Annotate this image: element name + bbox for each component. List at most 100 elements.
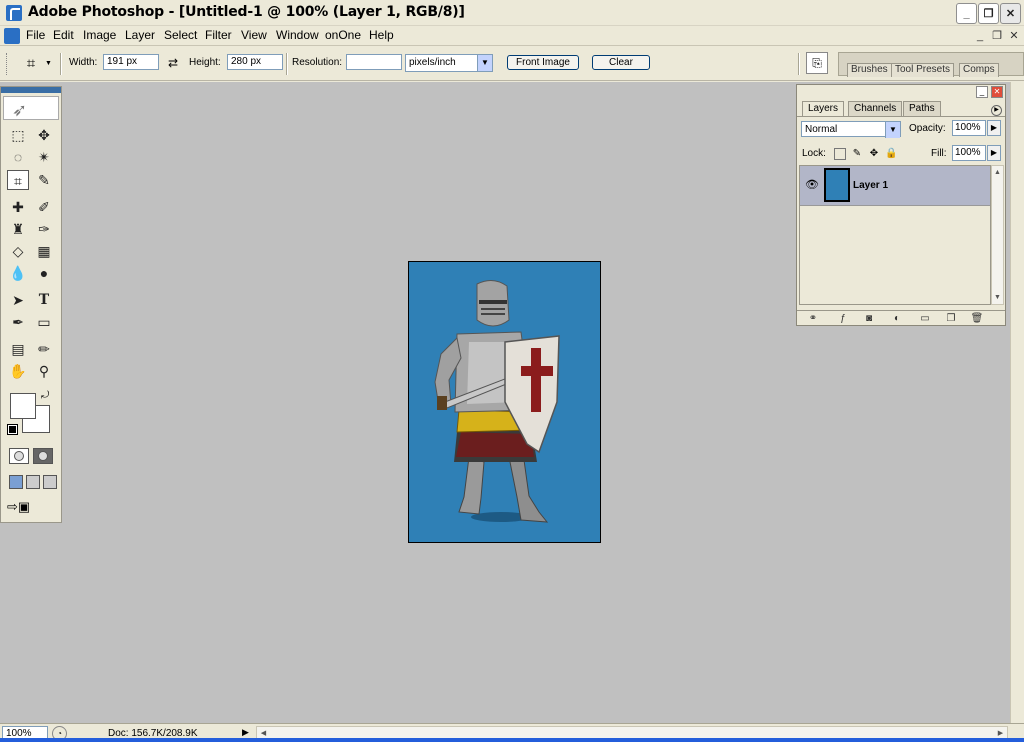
magic-wand-tool-icon[interactable]: ✴ (33, 147, 55, 167)
healing-brush-tool-icon[interactable]: ✚ (7, 197, 29, 217)
tab-paths[interactable]: Paths (903, 101, 941, 116)
adjustment-layer-icon[interactable]: ◐ (889, 313, 905, 325)
foreground-color-swatch[interactable] (10, 393, 36, 419)
lasso-tool-icon[interactable]: ◌ (7, 147, 29, 167)
full-screen-mode-button[interactable] (43, 475, 57, 489)
notes-tool-icon[interactable]: ▤ (7, 339, 29, 359)
clone-stamp-tool-icon[interactable]: ♜ (7, 219, 29, 239)
visibility-eye-icon[interactable]: 👁 (803, 176, 821, 194)
hand-tool-icon[interactable]: ✋ (7, 361, 29, 381)
close-button[interactable]: ✕ (1000, 3, 1021, 24)
well-tab-tool-presets[interactable]: Tool Presets (891, 63, 955, 77)
scroll-up-icon[interactable]: ▲ (992, 166, 1003, 179)
layer-row[interactable]: 👁 Layer 1 (800, 166, 990, 206)
lock-image-icon[interactable]: ✎ (851, 148, 863, 160)
toolbox-titlebar[interactable] (1, 87, 61, 93)
crop-tool-icon[interactable]: ⌗ (7, 170, 29, 190)
tab-channels[interactable]: Channels (848, 101, 903, 116)
swap-colors-icon[interactable]: ⤾ (41, 390, 49, 401)
menu-edit[interactable]: Edit (53, 28, 74, 42)
fill-input[interactable]: 100% (952, 145, 986, 161)
palette-minimize-icon[interactable]: _ (976, 86, 988, 98)
gradient-tool-icon[interactable]: ▦ (33, 241, 55, 261)
layer-name[interactable]: Layer 1 (853, 180, 888, 191)
scroll-down-icon[interactable]: ▼ (992, 291, 1003, 304)
resolution-unit-select[interactable]: pixels/inch ▼ (405, 54, 493, 72)
workspace-scrollbar[interactable] (1010, 82, 1024, 723)
well-tab-comps[interactable]: Comps (959, 63, 999, 77)
eyedropper-tool-icon[interactable]: ✏ (33, 339, 55, 359)
opacity-slider-arrow-icon[interactable]: ▶ (987, 120, 1001, 136)
height-input[interactable]: 280 px (227, 54, 283, 70)
well-tab-brushes[interactable]: Brushes (847, 63, 892, 77)
type-tool-icon[interactable]: T (33, 290, 55, 310)
doc-close-button[interactable]: ✕ (1006, 29, 1022, 43)
doc-restore-button[interactable]: ❐ (989, 29, 1005, 43)
opacity-input[interactable]: 100% (952, 120, 986, 136)
menu-layer[interactable]: Layer (125, 28, 155, 42)
full-screen-menu-mode-button[interactable] (26, 475, 40, 489)
minimize-button[interactable]: _ (956, 3, 977, 24)
path-selection-tool-icon[interactable]: ➤ (7, 290, 29, 310)
layer-style-icon[interactable]: ƒ (835, 313, 851, 325)
menu-onone[interactable]: onOne (325, 28, 361, 42)
brush-tool-icon[interactable]: ✐ (33, 197, 55, 217)
lock-position-icon[interactable]: ✥ (868, 148, 880, 160)
blend-mode-select[interactable]: Normal ▼ (801, 121, 901, 138)
marquee-tool-icon[interactable]: ⬚ (7, 125, 29, 145)
standard-screen-mode-button[interactable] (9, 475, 23, 489)
default-colors-icon[interactable] (7, 424, 18, 435)
doc-minimize-button[interactable]: _ (972, 29, 988, 43)
quick-mask-mode-button[interactable] (33, 448, 53, 464)
slice-tool-icon[interactable]: ✎ (33, 170, 55, 190)
rectangle-tool-icon[interactable]: ▭ (33, 312, 55, 332)
chevron-down-icon[interactable]: ▼ (885, 122, 900, 138)
menu-file[interactable]: File (26, 28, 45, 42)
width-input[interactable]: 191 px (103, 54, 159, 70)
zoom-tool-icon[interactable]: ⚲ (33, 361, 55, 381)
maximize-button[interactable]: ❐ (978, 3, 999, 24)
front-image-button[interactable]: Front Image (507, 55, 579, 70)
resolution-input[interactable] (346, 54, 402, 70)
trash-icon[interactable]: 🗑 (969, 313, 985, 325)
blur-tool-icon[interactable]: 💧 (7, 263, 29, 283)
chevron-down-icon[interactable]: ▼ (477, 55, 492, 71)
new-group-icon[interactable]: ▭ (917, 313, 933, 325)
standard-mode-button[interactable] (9, 448, 29, 464)
status-menu-arrow-icon[interactable]: ▶ (242, 727, 249, 738)
document-icon[interactable] (4, 28, 20, 44)
document-canvas[interactable] (408, 261, 601, 543)
jump-to-imageready-button[interactable]: ⇨▣ (7, 499, 55, 517)
fill-slider-arrow-icon[interactable]: ▶ (987, 145, 1001, 161)
options-grip[interactable] (6, 53, 10, 75)
pen-tool-icon[interactable]: ✒ (7, 312, 29, 332)
palette-close-icon[interactable]: ✕ (991, 86, 1003, 98)
swap-dimensions-icon[interactable]: ⇄ (168, 56, 178, 70)
add-mask-icon[interactable]: ◙ (861, 313, 877, 325)
dodge-tool-icon[interactable]: ● (33, 263, 55, 283)
history-brush-tool-icon[interactable]: ✑ (33, 219, 55, 239)
lock-transparency-icon[interactable] (834, 148, 846, 160)
preset-dropdown-icon[interactable]: ▼ (45, 60, 52, 67)
menu-image[interactable]: Image (83, 28, 116, 42)
menu-help[interactable]: Help (369, 28, 394, 42)
crop-tool-preset-icon[interactable]: ⌗ (20, 55, 42, 75)
palette-menu-icon[interactable]: ▶ (991, 105, 1002, 116)
eraser-tool-icon[interactable]: ◇ (7, 241, 29, 261)
adobe-online-button[interactable]: ➶ (3, 96, 59, 120)
tab-layers[interactable]: Layers (802, 101, 845, 116)
menu-select[interactable]: Select (164, 28, 197, 42)
new-layer-icon[interactable]: ❐ (943, 313, 959, 325)
lock-all-icon[interactable]: 🔒 (885, 148, 897, 160)
move-tool-icon[interactable]: ✥ (33, 125, 55, 145)
menu-window[interactable]: Window (276, 28, 319, 42)
layers-scrollbar[interactable]: ▲ ▼ (991, 165, 1004, 305)
layers-palette-titlebar[interactable]: _ ✕ (797, 85, 1005, 99)
menu-filter[interactable]: Filter (205, 28, 232, 42)
palette-well-icon[interactable]: ⎘ (806, 52, 828, 74)
menu-view[interactable]: View (241, 28, 267, 42)
photoshop-app-icon[interactable] (6, 5, 22, 21)
clear-button[interactable]: Clear (592, 55, 650, 70)
layer-thumbnail[interactable] (824, 168, 850, 202)
link-layers-icon[interactable]: ⚭ (805, 313, 821, 325)
